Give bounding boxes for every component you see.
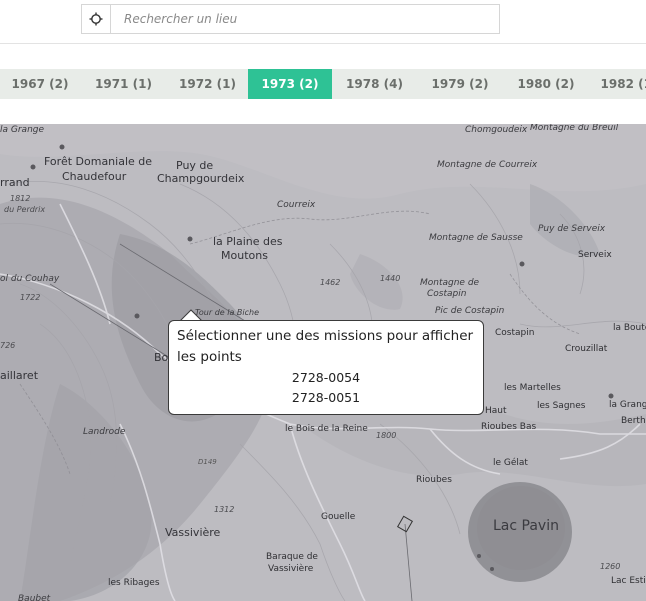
place-label: Tour de la Biche [195,308,260,317]
top-toolbar [0,0,646,44]
mission-popup: Sélectionner une des missions pour affic… [168,320,484,415]
place-label: Puy de [176,159,214,172]
place-label: Chomgoudeix [465,125,528,135]
place-label: la Grange Ba [609,400,646,410]
year-tab-bar: 1967 (2) 1971 (1) 1972 (1) 1973 (2) 1978… [0,69,646,99]
place-label: Bo [154,351,169,364]
place-label: Forêt Domaniale de [44,155,153,168]
place-label: Crouzillat [565,344,608,354]
place-label: Montagne de Courreix [437,160,538,170]
year-tab-1978[interactable]: 1978 (4) [332,69,417,99]
popup-title: Sélectionner une des missions pour affic… [177,328,474,365]
place-label: Rioubes [416,475,452,485]
place-label: le Gélat [493,458,528,468]
place-label: les Ribages [108,578,160,588]
place-label: la Plaine des [213,235,283,248]
crosshair-icon [89,12,103,26]
year-tab-1973[interactable]: 1973 (2) [248,69,332,99]
elevation-label: 1260 [600,562,621,571]
year-tab-1971[interactable]: 1971 (1) [80,69,167,99]
place-label: Lac Estiv [611,576,646,586]
elevation-label: 1800 [376,431,397,440]
place-label: Vassivière [165,526,221,539]
place-label: rrand [0,176,30,189]
place-label: Puy de Serveix [538,224,606,234]
place-label: Gouelle [321,512,356,522]
place-label: la Bouteil [613,323,646,333]
locate-button[interactable] [82,5,111,33]
mission-link-2728-0054[interactable]: 2728-0054 [177,368,475,388]
place-label: Champgourdeix [157,172,245,185]
place-label: Montagne de Sausse [429,233,523,243]
road-label: D149 [198,458,217,466]
place-label: Pic de Costapin [435,306,505,316]
year-tab-1982[interactable]: 1982 (1) [589,69,646,99]
place-label: Vassivière [268,564,314,574]
year-tab-1972[interactable]: 1972 (1) [167,69,248,99]
place-label: Moutons [221,249,268,262]
place-label: Haut [485,406,507,416]
elevation-label: 726 [0,341,16,350]
place-label: la Grange [0,125,45,135]
search-box [81,4,500,34]
year-tab-1980[interactable]: 1980 (2) [503,69,589,99]
place-label: Chaudefour [62,170,127,183]
elevation-label: 1722 [20,293,41,302]
year-tab-1979[interactable]: 1979 (2) [417,69,503,99]
year-tab-1967[interactable]: 1967 (2) [0,69,80,99]
place-label: Serveix [578,250,612,260]
place-label: les Martelles [504,383,561,393]
place-label: aillaret [0,369,39,382]
place-label: Montagne du Breuil [530,124,619,133]
place-label: Baraque de [266,552,318,562]
elevation-label: 1440 [380,274,401,283]
place-label: ol du Couhay [0,274,60,284]
mission-link-2728-0051[interactable]: 2728-0051 [177,388,475,408]
place-label: Landrode [83,427,126,437]
elevation-label: 1462 [320,278,341,287]
place-label: Costapin [427,289,467,299]
place-label: du Perdrix [4,205,46,214]
place-label: Bertha [621,416,646,426]
place-label: Baubet [18,594,51,601]
place-label: Rioubes Bas [481,422,537,432]
place-label: les Sagnes [537,401,586,411]
search-input[interactable] [111,5,499,33]
place-label: Costapin [495,328,535,338]
app-root: 1967 (2) 1971 (1) 1972 (1) 1973 (2) 1978… [0,0,646,601]
elevation-label: 1312 [214,505,235,514]
place-label: le Bois de la Reine [285,424,368,434]
place-label: Courreix [277,200,316,210]
lake-label: Lac Pavin [493,518,559,534]
